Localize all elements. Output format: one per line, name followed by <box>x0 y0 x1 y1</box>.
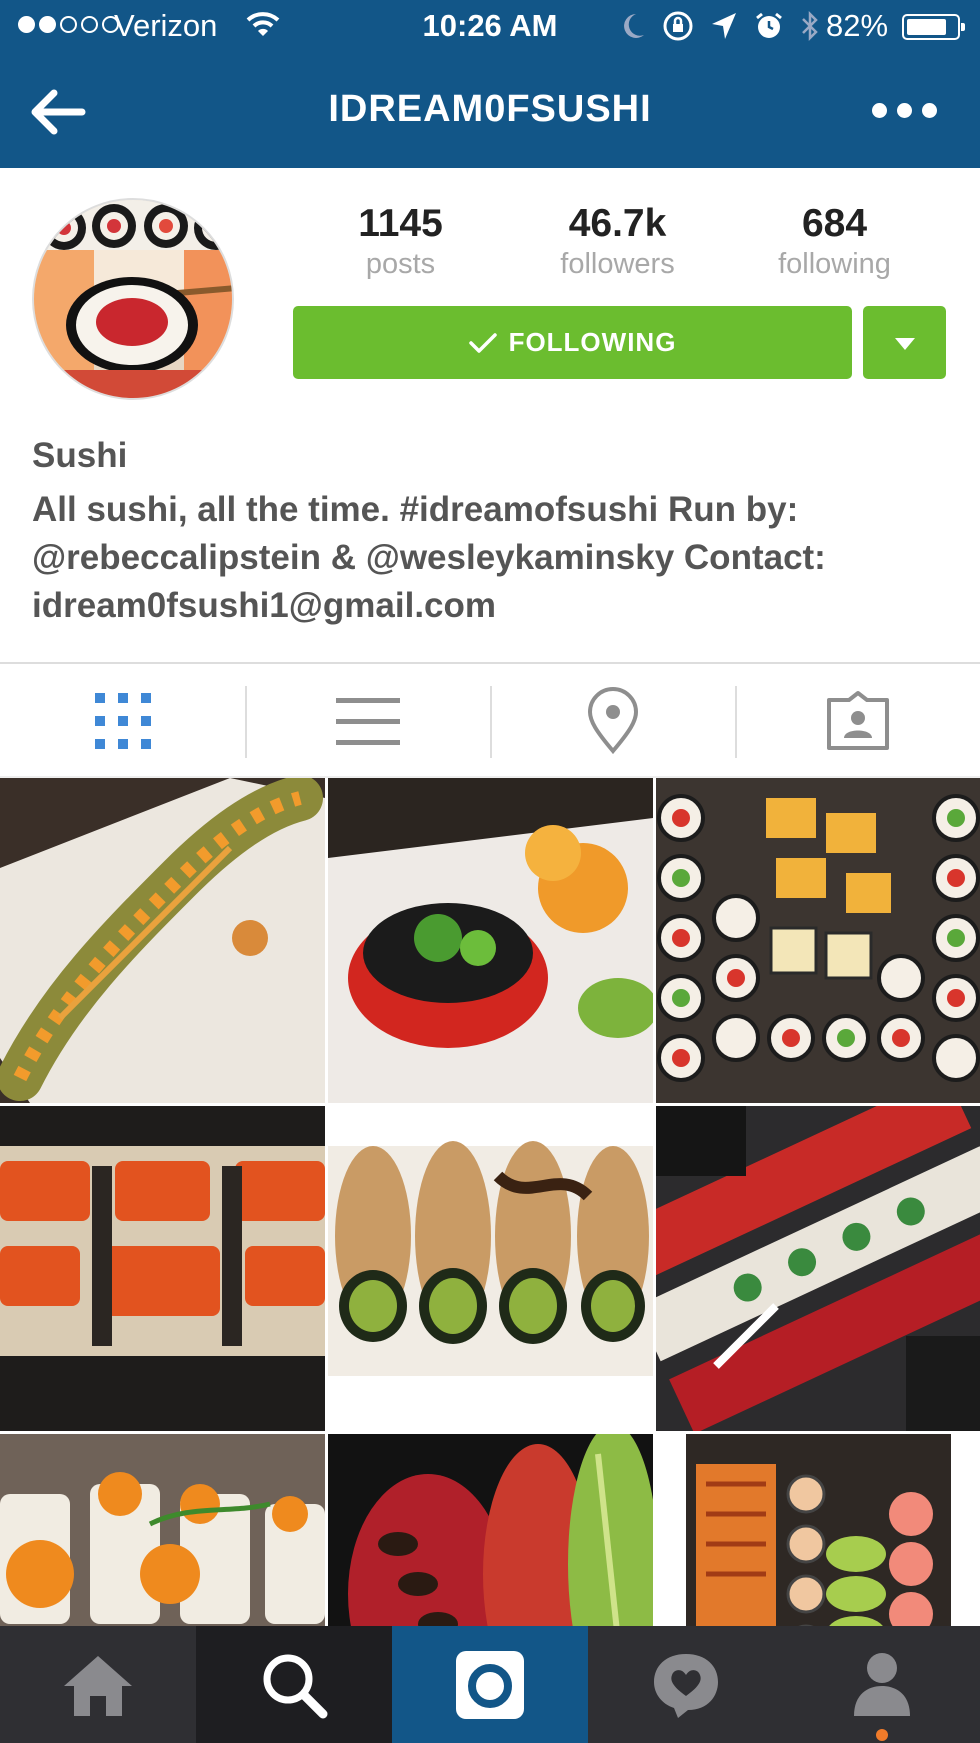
sushi-roll-photo <box>328 778 653 1103</box>
following-button-label: FOLLOWING <box>508 327 677 357</box>
status-bar: Verizon 10:26 AM 82% <box>0 0 980 56</box>
battery-icon <box>902 14 965 40</box>
tab-activity[interactable] <box>588 1626 784 1743</box>
profile-bio: All sushi, all the time. #idreamofsushi … <box>32 490 826 625</box>
profile-view-tabs <box>0 662 980 778</box>
search-icon <box>263 1654 328 1718</box>
top-bar: Verizon 10:26 AM 82% IDREAM0FSUSHI <box>0 0 980 168</box>
tab-camera[interactable] <box>392 1626 588 1743</box>
stat-value: 1145 <box>358 202 443 245</box>
tab-map-view[interactable] <box>490 664 735 778</box>
tab-home[interactable] <box>0 1626 196 1743</box>
location-pin-icon <box>587 687 638 755</box>
sushi-roll-photo <box>0 1434 325 1626</box>
followers-count[interactable]: 46.7k followers <box>509 202 726 282</box>
tagged-photos-icon <box>826 691 889 750</box>
grid-icon <box>94 693 151 749</box>
grid-photo[interactable] <box>0 1434 325 1626</box>
suggested-users-dropdown-button[interactable] <box>863 306 946 379</box>
stat-label: followers <box>560 248 675 280</box>
sushi-roll-photo <box>656 1106 980 1431</box>
chevron-down-icon <box>895 338 915 350</box>
moon-icon <box>624 14 644 38</box>
alarm-icon <box>756 12 782 38</box>
tab-profile[interactable] <box>784 1626 980 1743</box>
profile-icon <box>854 1652 910 1716</box>
sushi-roll-photo <box>328 1434 653 1626</box>
grid-photo[interactable] <box>0 778 325 1103</box>
tab-tagged-photos[interactable] <box>735 664 980 778</box>
stat-value: 46.7k <box>568 202 667 245</box>
grid-photo[interactable] <box>656 778 980 1103</box>
camera-icon <box>456 1650 524 1719</box>
battery-percent: 82% <box>826 8 889 43</box>
tab-search[interactable] <box>196 1626 392 1743</box>
sushi-roll-photo <box>656 1434 980 1626</box>
following-button[interactable]: FOLLOWING <box>293 306 852 379</box>
more-options-icon[interactable] <box>872 92 944 128</box>
grid-photo[interactable] <box>328 778 653 1103</box>
sushi-avatar-image <box>34 200 232 398</box>
checkmark-icon <box>468 332 497 353</box>
profile-display-name: Sushi <box>32 436 128 475</box>
tab-list-view[interactable] <box>245 664 490 778</box>
home-icon <box>64 1655 132 1716</box>
grid-photo[interactable] <box>328 1106 653 1431</box>
sushi-roll-photo <box>656 778 980 1103</box>
stat-value: 684 <box>801 202 868 245</box>
bottom-tab-bar <box>0 1626 980 1743</box>
profile-avatar <box>32 198 234 400</box>
location-arrow-icon <box>712 13 736 39</box>
photo-grid <box>0 778 980 1626</box>
sushi-roll-photo <box>328 1106 653 1431</box>
grid-photo[interactable] <box>656 1106 980 1431</box>
following-count[interactable]: 684 following <box>726 202 943 282</box>
profile-stats: 1145 posts 46.7k followers 684 following <box>292 202 944 282</box>
posts-count: 1145 posts <box>292 202 509 282</box>
stat-label: following <box>778 248 891 280</box>
activity-heart-icon <box>654 1653 718 1718</box>
stat-label: posts <box>365 248 436 280</box>
tab-grid-view[interactable] <box>0 664 245 778</box>
sushi-roll-photo <box>0 778 325 1103</box>
status-icons <box>620 10 820 42</box>
navigation-bar: IDREAM0FSUSHI <box>0 56 980 168</box>
sushi-roll-photo <box>0 1106 325 1431</box>
grid-photo[interactable] <box>656 1434 980 1626</box>
grid-photo[interactable] <box>328 1434 653 1626</box>
notification-dot <box>876 1729 888 1741</box>
grid-photo[interactable] <box>0 1106 325 1431</box>
bluetooth-icon <box>802 10 818 42</box>
rotation-lock-icon <box>663 11 693 41</box>
list-icon <box>335 698 400 745</box>
profile-username-title: IDREAM0FSUSHI <box>328 88 652 130</box>
